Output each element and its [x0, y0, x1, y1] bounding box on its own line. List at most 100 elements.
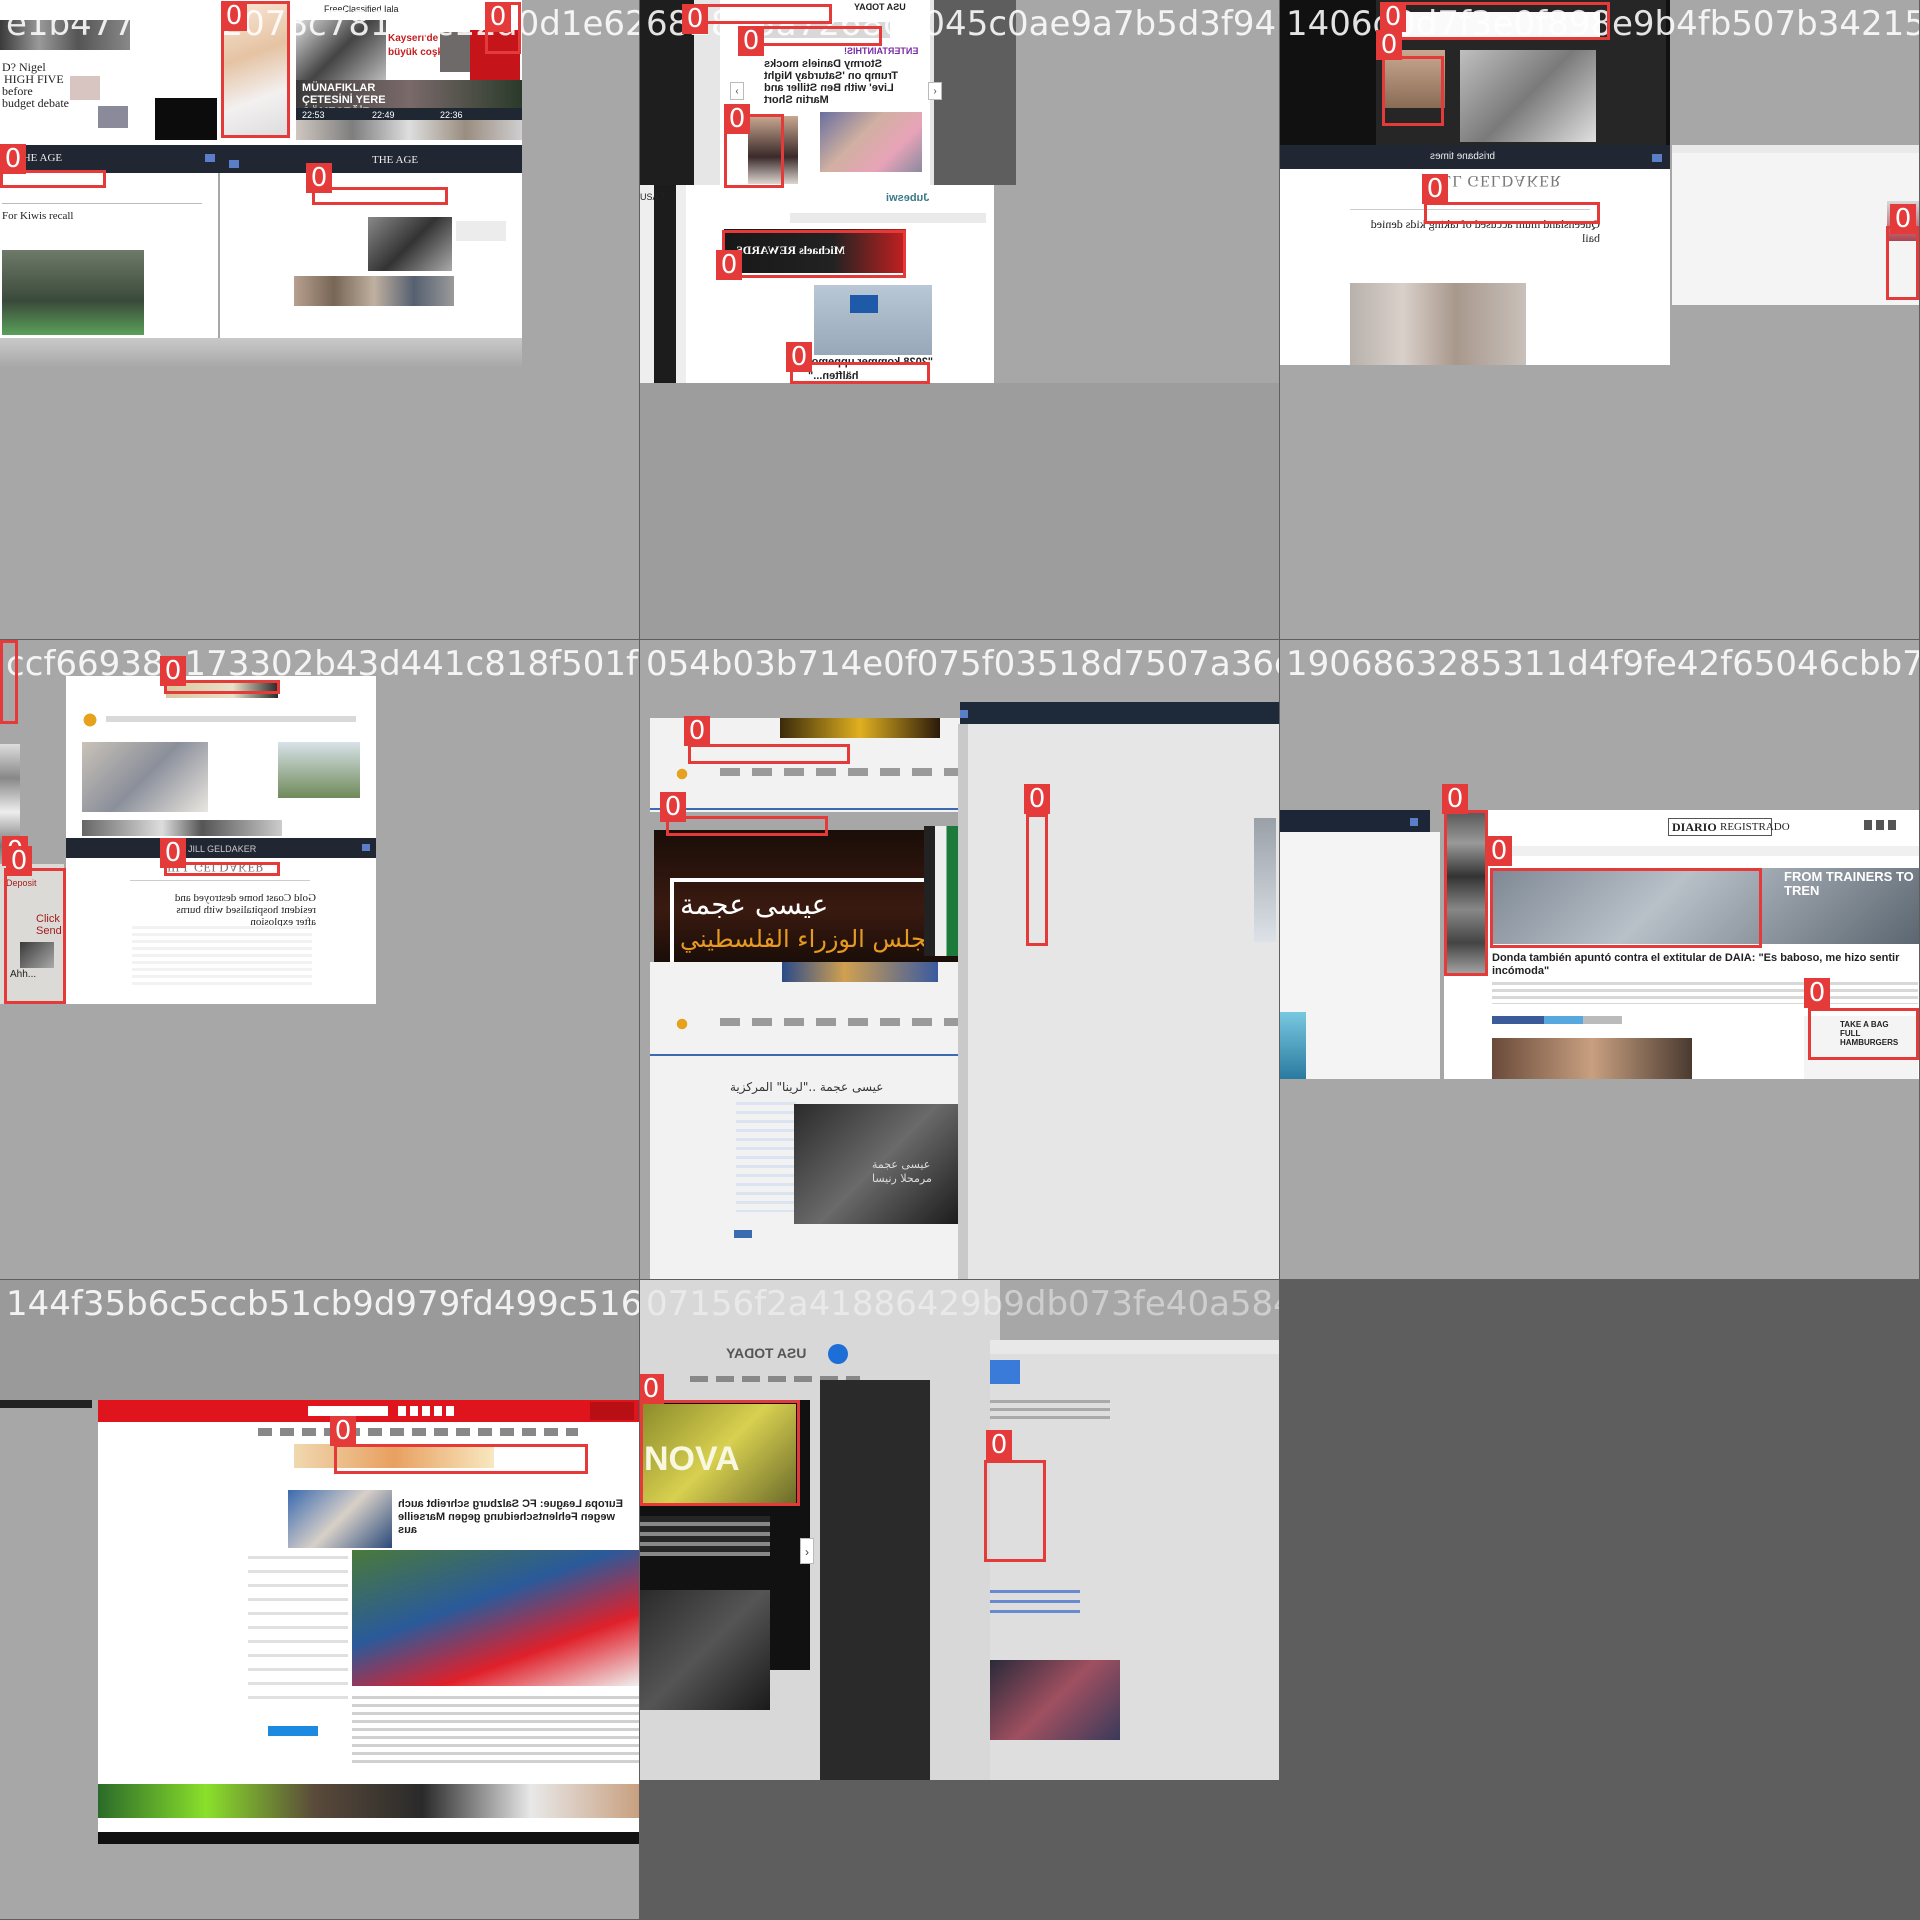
nav-button[interactable]	[1410, 818, 1418, 826]
right-edge-panel	[960, 724, 1279, 1279]
sidebar-links[interactable]	[736, 1102, 796, 1212]
al-jazeera-logo[interactable]	[674, 1014, 690, 1034]
top-icons[interactable]	[990, 1340, 1279, 1354]
detection-label: 0	[221, 1, 247, 31]
article-photo[interactable]	[82, 742, 208, 812]
top-banner-ad[interactable]	[780, 718, 940, 738]
small-thumb-row	[82, 820, 282, 836]
gray-box	[456, 221, 506, 241]
brand-jill: JILL GELDAKER	[1428, 172, 1562, 189]
usa-today-logo[interactable]: USA TODAY	[726, 1345, 806, 1361]
header-logo[interactable]	[590, 1402, 634, 1420]
tile-1: e1b47722b72078c781d0c12a0d1e6228b3427 D?…	[0, 0, 639, 639]
detection-label: 0	[1442, 784, 1468, 814]
person-photo[interactable]	[1492, 1038, 1692, 1079]
screenshot-kiwis: For Kiwis recall	[0, 173, 218, 338]
detection-label: 0	[684, 716, 710, 746]
detection-box	[1886, 226, 1919, 300]
carousel-prev-button[interactable]: ‹	[730, 82, 744, 100]
blue-button[interactable]	[268, 1726, 318, 1736]
jill-brand: JILL GELDAKER	[188, 844, 257, 854]
gold-coast-headline[interactable]: Gold Coast home destroyed and resident h…	[166, 892, 316, 928]
nav-row[interactable]	[1494, 846, 1919, 856]
detection-box	[312, 187, 448, 205]
left-edge-photo[interactable]	[1280, 1012, 1306, 1079]
nav-button[interactable]	[205, 154, 215, 162]
salzburg-headline[interactable]: Europa League: FC Salzburg schreibt auch…	[398, 1498, 634, 1537]
article-body	[352, 1696, 639, 1766]
kiwis-headline[interactable]: For Kiwis recall	[2, 209, 73, 223]
story-headline[interactable]: Stormy Daniels mocks Trump on 'Saturday …	[764, 58, 914, 106]
video-player[interactable]	[155, 98, 217, 140]
celebration-photo[interactable]	[288, 1490, 392, 1548]
mountain-photo[interactable]	[278, 742, 360, 798]
sidebar-links[interactable]	[248, 1556, 348, 1706]
brisbane-times-logo[interactable]: brisbane times	[1430, 150, 1495, 164]
share-button[interactable]	[734, 1230, 752, 1238]
article-title[interactable]: عيسى عجمة .."لرينا" المركزية	[730, 1080, 883, 1094]
tile-4: ccf66938e173302b43d441c818f501fb6d4046c7…	[0, 640, 639, 1279]
video-still[interactable]	[820, 112, 922, 172]
article-headline[interactable]: Donda también apuntó contra el extitular…	[1492, 952, 1918, 978]
children-photo[interactable]	[1350, 283, 1526, 365]
trainers-banner-text[interactable]: FROM TRAINERS TO TREN	[1784, 870, 1918, 898]
detection-label: 0	[6, 846, 32, 876]
link-lines[interactable]	[990, 1590, 1080, 1620]
footer-black-bar	[98, 1832, 639, 1844]
tile-8: 07156f2a41886429b9db073fe40a584a5c6cce4c…	[640, 1280, 1279, 1919]
football-photo[interactable]	[352, 1550, 639, 1686]
detection-label: 0	[660, 792, 686, 822]
swedish-flag	[850, 295, 878, 313]
nav-button[interactable]	[362, 844, 370, 851]
hero-title-small[interactable]: عيسى عجمة	[680, 888, 828, 922]
carousel-next-button[interactable]: ›	[800, 1538, 814, 1564]
headline-text-block[interactable]	[640, 1516, 770, 1556]
tile-title: ccf66938e173302b43d441c818f501fb6d4046c7…	[6, 644, 639, 684]
page-bottom-gradient	[0, 338, 522, 368]
header-search[interactable]	[308, 1406, 388, 1416]
masthead-right[interactable]: THE AGE	[372, 153, 418, 167]
tile-5: 054b03b714e0f075f03518d7507a36d71d0a3692…	[640, 640, 1279, 1279]
detection-box	[1424, 202, 1600, 224]
photo-strip	[296, 120, 522, 140]
nav-button[interactable]	[1652, 154, 1662, 162]
site-logo[interactable]	[990, 1360, 1020, 1384]
nav-button[interactable]	[960, 710, 968, 718]
social-icons[interactable]	[1864, 820, 1898, 830]
share-row[interactable]	[1492, 1016, 1622, 1024]
thumb-row	[294, 276, 454, 306]
entertain-this-logo[interactable]: ENTERTAINTHIS!	[844, 44, 918, 58]
bottom-photo[interactable]	[990, 1660, 1120, 1740]
rugby-photo[interactable]	[2, 250, 144, 335]
second-video[interactable]	[640, 1590, 770, 1710]
detection-box	[640, 1400, 800, 1506]
nav-menu[interactable]	[106, 716, 356, 722]
bottom-gray-band	[0, 1844, 639, 1919]
detection-label: 0	[986, 1430, 1012, 1460]
nav-button[interactable]	[229, 160, 239, 168]
text-block	[132, 926, 312, 986]
mid-banner-ad[interactable]	[782, 962, 938, 982]
divider	[130, 880, 310, 881]
screenshot-brisbane-times: JILL GELDAKER Queensland mum accused of …	[1280, 169, 1670, 365]
detection-label: 0	[1804, 978, 1830, 1008]
tile-2: USA TODAY ENTERTAINTHIS! Stormy Daniels …	[640, 0, 1279, 639]
carousel-next-button[interactable]: ›	[928, 82, 942, 100]
lede-text	[1492, 982, 1918, 1004]
text-lines	[990, 1400, 1110, 1420]
politician-photo[interactable]	[1460, 50, 1596, 142]
news-photo[interactable]	[368, 217, 452, 271]
thumbnail-strip[interactable]	[98, 1784, 639, 1818]
al-jazeera-logo[interactable]	[80, 708, 100, 732]
header-icons[interactable]	[398, 1406, 458, 1416]
tile-3: brisbane times JILL GELDAKER Queensland …	[1280, 0, 1919, 639]
registrado-logo[interactable]: REGISTRADO	[1720, 820, 1790, 834]
al-jazeera-logo[interactable]	[674, 764, 690, 784]
detection-label: 0	[1376, 30, 1402, 60]
diario-logo[interactable]: DIARIO	[1672, 820, 1717, 834]
detection-box	[1382, 56, 1444, 126]
detection-label: 0	[1380, 2, 1406, 32]
site-logo[interactable]: Jubeswi	[886, 191, 929, 205]
nav-links[interactable]	[258, 1428, 578, 1436]
edge-ad[interactable]	[1254, 818, 1276, 942]
